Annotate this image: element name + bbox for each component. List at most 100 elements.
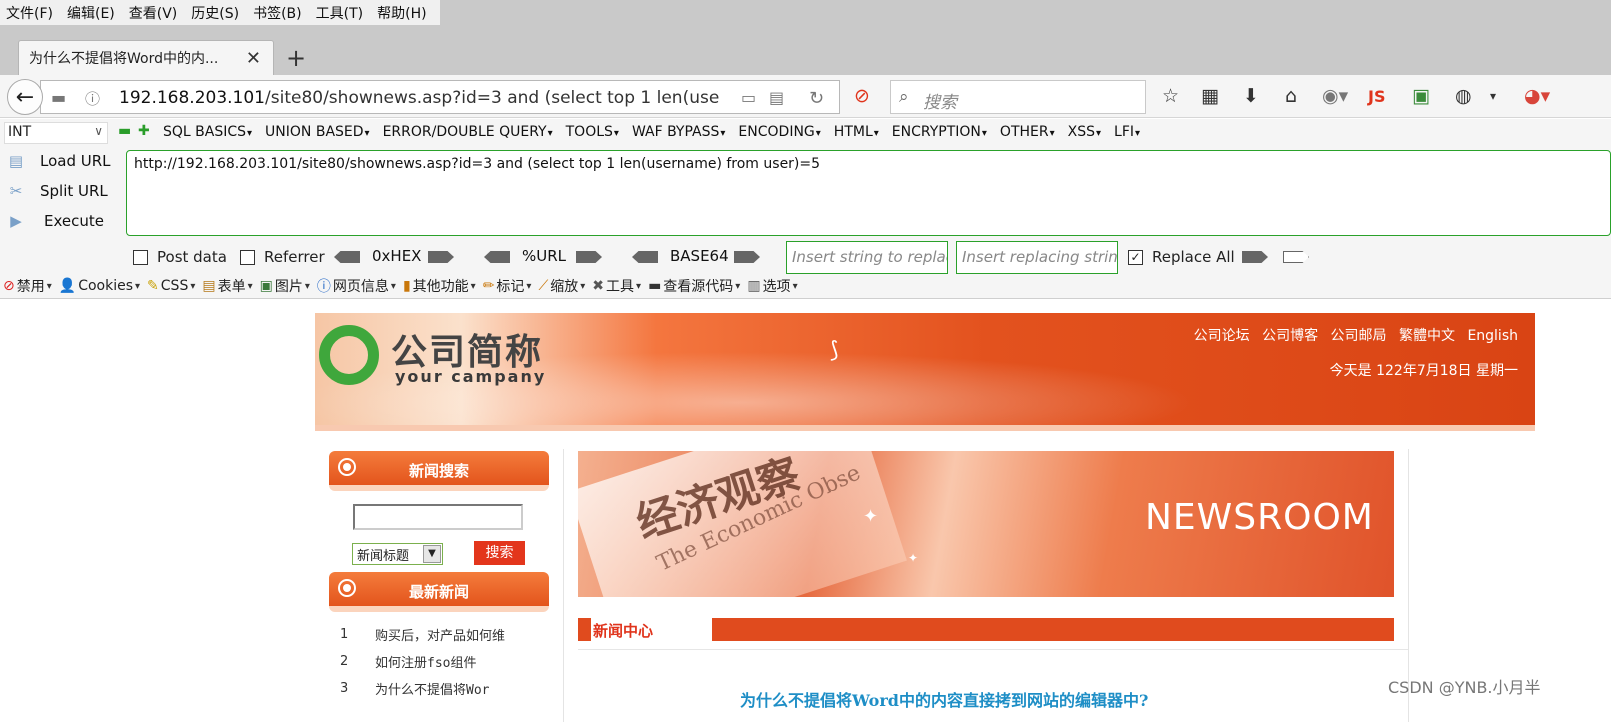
link-forum[interactable]: 公司论坛: [1194, 328, 1250, 344]
news-search-header: 新闻搜索: [329, 451, 549, 491]
reader-view-icon[interactable]: ▭: [741, 88, 756, 107]
hackbar-type-select[interactable]: INT ∨: [4, 122, 108, 144]
download-icon[interactable]: ⬇: [1243, 85, 1259, 107]
menu-file[interactable]: 文件(F): [6, 3, 53, 23]
wd-images[interactable]: ▣ 图片: [260, 276, 310, 296]
list-item[interactable]: 2 如何注册fso组件: [340, 648, 550, 675]
wd-tools[interactable]: ✖ 工具: [592, 276, 641, 296]
list-item-title[interactable]: 如何注册fso组件: [375, 652, 476, 671]
globe-icon[interactable]: ◉▾: [1322, 85, 1348, 107]
wd-outline[interactable]: ✏ 标记: [483, 276, 532, 296]
replacing-string-input[interactable]: Insert replacing string: [956, 241, 1118, 274]
menu-waf-bypass[interactable]: WAF BYPASS: [632, 124, 725, 140]
link-blog[interactable]: 公司博客: [1262, 328, 1318, 344]
js-icon[interactable]: JS: [1368, 87, 1385, 106]
news-search-panel: 新闻搜索: [329, 451, 549, 491]
wd-resize[interactable]: ⟋ 缩放: [538, 276, 585, 296]
link-english[interactable]: English: [1467, 328, 1518, 344]
referrer-checkbox[interactable]: Referrer: [240, 248, 325, 266]
list-item-number: 1: [340, 627, 349, 642]
split-url-button[interactable]: ✂ Split URL: [6, 182, 108, 200]
wd-css[interactable]: ✎ CSS: [147, 278, 195, 294]
post-data-checkbox[interactable]: Post data: [133, 248, 227, 266]
wd-disable[interactable]: ⊘ 禁用: [3, 276, 52, 296]
list-item[interactable]: 3 为什么不提倡将Wor: [340, 675, 550, 702]
news-search-input[interactable]: [353, 504, 523, 530]
bookmark-star-icon[interactable]: ☆: [1162, 85, 1179, 107]
home-icon[interactable]: ⌂: [1285, 85, 1297, 107]
menu-history[interactable]: 历史(S): [191, 3, 239, 23]
menu-edit[interactable]: 编辑(E): [67, 3, 115, 23]
wrench-icon: ✖: [592, 278, 605, 294]
hackbar-url-textarea[interactable]: http://192.168.203.101/site80/shownews.a…: [126, 150, 1611, 236]
url-decode-arrow-icon[interactable]: [484, 251, 510, 263]
news-search-select[interactable]: 新闻标题 ▼: [352, 543, 443, 565]
no-script-icon[interactable]: ⊘: [854, 85, 870, 107]
referrer-label: Referrer: [264, 248, 325, 266]
menu-sql-basics[interactable]: SQL BASICS: [163, 124, 252, 140]
image-tool-icon[interactable]: ▣: [1412, 85, 1430, 107]
menu-view[interactable]: 查看(V): [129, 3, 178, 23]
menu-xss[interactable]: XSS: [1068, 124, 1101, 140]
menu-tools[interactable]: TOOLS: [566, 124, 619, 140]
back-button[interactable]: ←: [7, 79, 43, 115]
menu-help[interactable]: 帮助(H): [377, 3, 426, 23]
wd-forms[interactable]: ▤ 表单: [202, 276, 252, 296]
new-tab-icon[interactable]: +: [286, 44, 306, 72]
menu-encoding[interactable]: ENCODING: [738, 124, 820, 140]
replace-arrow-icon[interactable]: [1242, 251, 1268, 263]
replace-next-arrow-icon[interactable]: [1283, 251, 1309, 263]
wd-misc[interactable]: ▮ 其他功能: [403, 276, 476, 296]
images-icon: ▣: [259, 278, 273, 294]
base64-encode-arrow-icon[interactable]: [734, 251, 760, 263]
info-icon[interactable]: ⓘ: [85, 88, 100, 109]
replace-all-checkbox[interactable]: ✓ Replace All: [1128, 248, 1235, 266]
list-item[interactable]: 1 购买后，对产品如何维: [340, 621, 550, 648]
menu-lfi[interactable]: LFI: [1114, 124, 1140, 140]
split-url-label: Split URL: [40, 182, 108, 200]
folder-icon[interactable]: ▬: [51, 88, 66, 107]
list-item-title[interactable]: 购买后，对产品如何维: [375, 625, 505, 644]
plus-icon[interactable]: ✚: [138, 123, 150, 139]
address-url[interactable]: 192.168.203.101/site80/shownews.asp?id=3…: [119, 88, 719, 108]
news-search-button[interactable]: 搜索: [474, 541, 525, 565]
site-header: 公司简称 your campany ⟆ 公司论坛 公司博客 公司邮局 繁體中文 …: [315, 313, 1535, 431]
news-center-heading: 新闻中心: [578, 618, 1394, 641]
browser-tab[interactable]: 为什么不提倡将Word中的内... ✕: [18, 40, 274, 75]
menu-tools[interactable]: 工具(T): [316, 3, 363, 23]
minus-icon[interactable]: ▬: [118, 123, 131, 139]
screenshot-icon[interactable]: ▤: [769, 88, 784, 107]
reload-icon[interactable]: ↻: [809, 88, 824, 109]
palette-icon[interactable]: ◍: [1455, 85, 1472, 107]
menu-list: 文件(F) 编辑(E) 查看(V) 历史(S) 书签(B) 工具(T) 帮助(H…: [0, 0, 440, 25]
close-tab-icon[interactable]: ✕: [246, 48, 261, 69]
list-item-title[interactable]: 为什么不提倡将Wor: [375, 679, 489, 698]
wd-cookies[interactable]: 👤 Cookies: [59, 278, 140, 294]
menu-html[interactable]: HTML: [834, 124, 879, 140]
hex-encode-arrow-icon[interactable]: [428, 251, 454, 263]
load-url-button[interactable]: ▤ Load URL: [6, 152, 111, 170]
wd-view-source[interactable]: ▬ 查看源代码: [648, 276, 740, 296]
search-box[interactable]: ⌕ 搜索: [890, 80, 1146, 114]
url-encode-arrow-icon[interactable]: [576, 251, 602, 263]
addon-icon[interactable]: ◕▾: [1524, 85, 1550, 107]
cookies-icon: 👤: [58, 278, 77, 294]
wd-options[interactable]: ▥ 选项: [747, 276, 797, 296]
menu-bookmarks[interactable]: 书签(B): [253, 3, 302, 23]
link-traditional-chinese[interactable]: 繁體中文: [1399, 328, 1455, 344]
hex-decode-arrow-icon[interactable]: [334, 251, 360, 263]
news-search-select-value: 新闻标题: [357, 549, 410, 564]
execute-button[interactable]: ▶ Execute: [6, 212, 104, 230]
menu-union-based[interactable]: UNION BASED: [265, 124, 370, 140]
library-icon[interactable]: ▦: [1201, 85, 1219, 107]
menu-other[interactable]: OTHER: [1000, 124, 1055, 140]
menu-encryption[interactable]: ENCRYPTION: [892, 124, 987, 140]
menu-error-double-query[interactable]: ERROR/DOUBLE QUERY: [383, 124, 553, 140]
replace-string-input[interactable]: Insert string to replace: [786, 241, 948, 274]
base64-decode-arrow-icon[interactable]: [632, 251, 658, 263]
link-mail[interactable]: 公司邮局: [1331, 328, 1387, 344]
address-bar[interactable]: ▬ ⓘ 192.168.203.101/site80/shownews.asp?…: [40, 80, 840, 114]
wd-page-info[interactable]: ⓘ 网页信息: [317, 276, 396, 296]
overflow-chevron-icon[interactable]: ▾: [1490, 89, 1496, 103]
hackbar-menus: SQL BASICS UNION BASED ERROR/DOUBLE QUER…: [163, 124, 1153, 140]
